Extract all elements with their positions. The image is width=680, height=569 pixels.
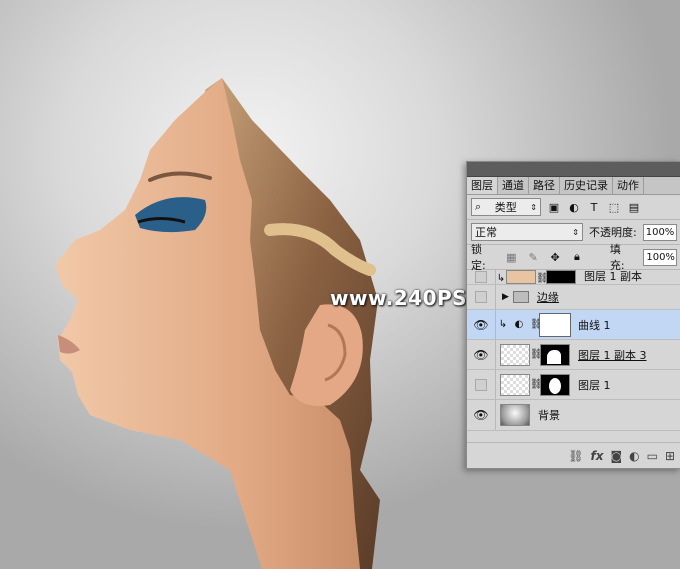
chain-link-icon: ⛓ [530, 379, 543, 390]
folder-icon[interactable]: ▭ [647, 449, 658, 463]
layer-row-selected[interactable]: 👁︎ ↳ ◐ ⛓ 曲线 1 [467, 310, 680, 340]
adjustment-layer-icon: ◐ [514, 319, 524, 330]
filter-type-select[interactable]: ⌕ 类型 ⇕ [471, 198, 541, 216]
layer-mask-thumbnail [539, 312, 571, 337]
eye-off-icon [475, 271, 487, 283]
layer-mask-thumbnail [540, 373, 570, 396]
layer-list: ↳ ⛓ 图层 1 副本 ▶ 边缘 👁︎ ↳ ◐ ⛓ 曲线 1 👁︎ ⛓ 图层 1… [467, 270, 680, 431]
layer-row[interactable]: 👁︎ 背景 [467, 400, 680, 431]
tab-paths[interactable]: 路径 [529, 177, 560, 194]
spinner-icon: ⇕ [530, 202, 537, 212]
layer-name[interactable]: 图层 1 副本 3 [578, 347, 647, 363]
lock-position-icon[interactable]: ✥ [548, 250, 562, 264]
eye-off-icon [475, 378, 487, 391]
chain-link-icon: ⛓ [536, 273, 549, 284]
new-layer-icon[interactable]: ⊞ [665, 449, 675, 463]
visibility-toggle[interactable] [467, 285, 496, 309]
chain-link-icon: ⛓ [530, 349, 543, 360]
adjustment-filter-icon[interactable]: ◐ [567, 200, 581, 214]
panel-title-bar[interactable] [467, 162, 680, 177]
filter-row: ⌕ 类型 ⇕ ▣ ◐ T ⬚ ▤ [467, 195, 680, 220]
clip-arrow-icon: ↳ [498, 319, 508, 330]
layer-row[interactable]: ↳ ⛓ 图层 1 副本 [467, 270, 680, 285]
spinner-icon: ⇕ [572, 227, 579, 237]
lock-all-icon[interactable]: 🔒︎ [570, 250, 584, 264]
search-icon: ⌕ [475, 200, 482, 213]
shape-filter-icon[interactable]: ⬚ [607, 200, 621, 214]
lock-label: 锁定: [471, 243, 486, 272]
fill-label: 填充: [609, 243, 625, 272]
image-filter-icon[interactable]: ▣ [547, 200, 561, 214]
blend-mode-select[interactable]: 正常 ⇕ [471, 223, 583, 241]
panel-bottom-bar: ⛓ fx ◙ ◐ ▭ ⊞ [467, 442, 680, 468]
layer-thumbnail [500, 343, 530, 366]
eye-icon: 👁︎ [473, 317, 489, 332]
opacity-label: 不透明度: [589, 226, 637, 239]
eye-icon: 👁︎ [473, 347, 489, 362]
visibility-toggle[interactable] [467, 270, 496, 284]
layer-name[interactable]: 曲线 1 [578, 317, 611, 333]
link-icon[interactable]: ⛓ [568, 449, 583, 463]
type-filter-icon[interactable]: T [587, 200, 601, 214]
tab-channels[interactable]: 通道 [498, 177, 529, 194]
lock-row: 锁定: ▦ ✎ ✥ 🔒︎ 填充: 100% [467, 243, 680, 272]
mask-icon[interactable]: ◙ [610, 449, 622, 463]
folder-icon [512, 291, 529, 303]
fill-field[interactable]: 100% [643, 248, 678, 266]
layer-name[interactable]: 边缘 [537, 289, 559, 305]
layer-name[interactable]: 图层 1 [578, 377, 611, 393]
visibility-toggle[interactable]: 👁︎ [467, 310, 496, 339]
visibility-toggle[interactable]: 👁︎ [467, 340, 496, 369]
layer-mask-thumbnail [546, 270, 576, 284]
blend-row: 正常 ⇕ 不透明度: 100% [467, 220, 680, 245]
layers-panel: 图层 通道 路径 历史记录 动作 ⌕ 类型 ⇕ ▣ ◐ T ⬚ ▤ 正常 ⇕ 不… [466, 161, 680, 469]
panel-tabs: 图层 通道 路径 历史记录 动作 [467, 177, 680, 195]
layer-thumbnail [500, 373, 530, 396]
layer-thumbnail [500, 404, 530, 426]
blend-mode-label: 正常 [475, 226, 497, 239]
opacity-field[interactable]: 100% [642, 223, 677, 241]
lock-transparent-icon[interactable]: ▦ [504, 250, 518, 264]
adjustment-icon[interactable]: ◐ [629, 449, 639, 463]
layer-name[interactable]: 背景 [538, 407, 560, 423]
visibility-toggle[interactable]: 👁︎ [467, 400, 496, 430]
tab-actions[interactable]: 动作 [613, 177, 644, 194]
layer-group-row[interactable]: ▶ 边缘 [467, 285, 680, 310]
eye-off-icon [475, 291, 487, 303]
expand-arrow-icon[interactable]: ▶ [502, 292, 509, 302]
fx-icon[interactable]: fx [590, 449, 603, 463]
layer-name[interactable]: 图层 1 副本 [584, 270, 642, 284]
chain-link-icon: ⛓ [530, 319, 543, 330]
layer-row[interactable]: 👁︎ ⛓ 图层 1 副本 3 [467, 340, 680, 370]
layer-row[interactable]: ⛓ 图层 1 [467, 370, 680, 400]
tab-history[interactable]: 历史记录 [560, 177, 613, 194]
visibility-toggle[interactable] [467, 370, 496, 399]
lock-paint-icon[interactable]: ✎ [526, 250, 540, 264]
eye-icon: 👁︎ [473, 408, 489, 422]
smart-object-filter-icon[interactable]: ▤ [627, 200, 641, 214]
filter-type-label: 类型 [494, 201, 517, 214]
tab-layers[interactable]: 图层 [467, 177, 498, 194]
clip-arrow-icon: ↳ [496, 273, 506, 284]
layer-thumbnail [506, 270, 536, 284]
layer-mask-thumbnail [540, 343, 570, 366]
